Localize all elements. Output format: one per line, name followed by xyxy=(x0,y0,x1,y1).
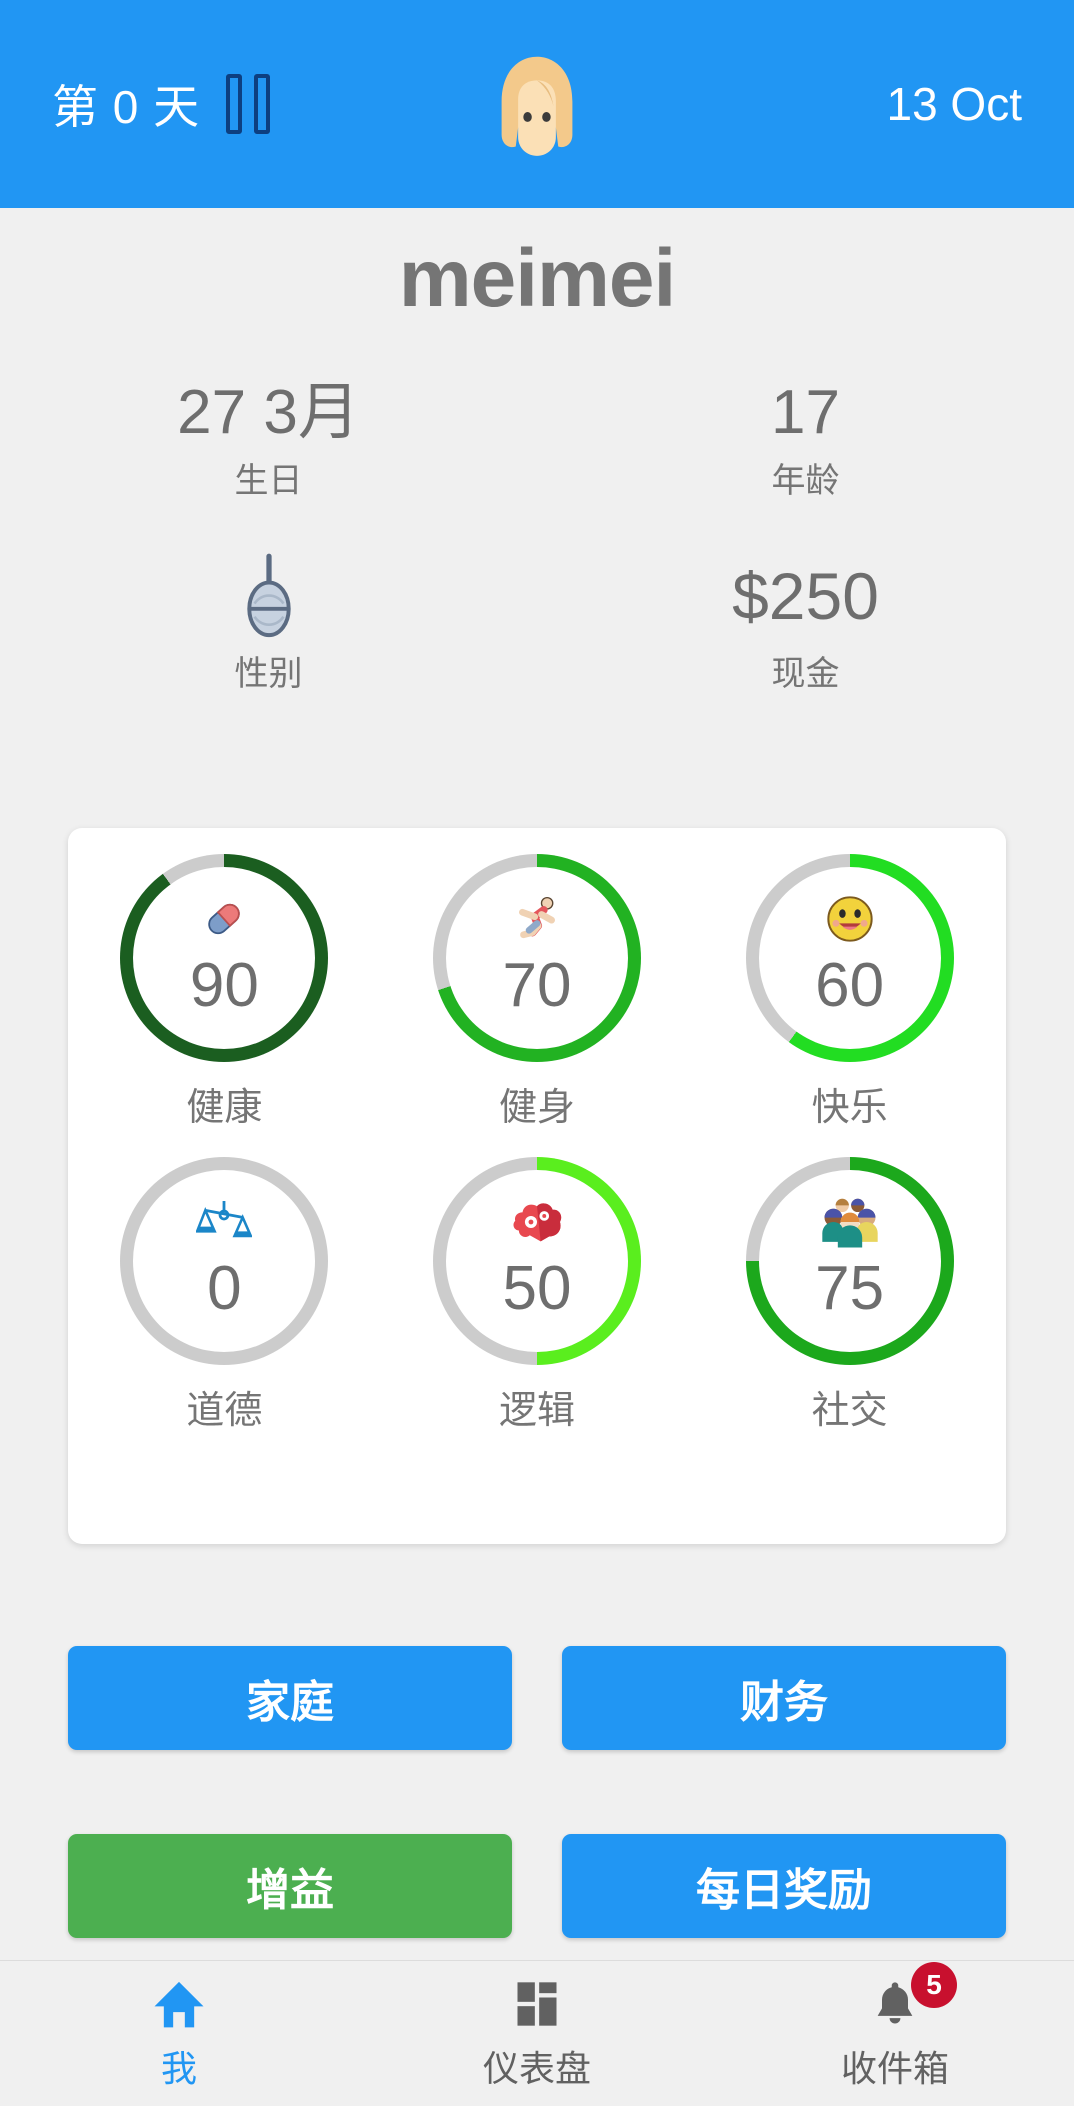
brain-gears-icon xyxy=(505,1190,569,1254)
stat-gender-label: 性别 xyxy=(234,654,303,693)
stat-birthday-label: 生日 xyxy=(234,461,303,500)
finance-button[interactable]: 财务 xyxy=(562,1646,1006,1750)
avatar[interactable] xyxy=(478,45,596,163)
profile-name: meimei xyxy=(398,233,677,324)
stat-birthday: 27 3月 生日 xyxy=(0,378,537,502)
inbox-badge: 5 xyxy=(911,1961,957,2008)
social-label: 社交 xyxy=(811,1390,888,1432)
profile-stats: 27 3月 生日 17 年龄 性别 $250 现金 xyxy=(0,378,1074,695)
stat-age-value: 17 xyxy=(771,378,840,447)
runner-icon xyxy=(505,887,569,951)
stat-gender: 性别 xyxy=(0,553,537,695)
fitness-label: 健身 xyxy=(498,1087,575,1129)
stat-birthday-value: 27 3月 xyxy=(177,378,360,447)
fitness-value: 70 xyxy=(502,951,572,1020)
attributes-card: 90 健康 70 健身 60 快乐 0 道德 50 逻辑 75 社交 xyxy=(68,828,1006,1544)
attributes-row-1: 90 健康 70 健身 60 快乐 xyxy=(68,854,1006,1131)
morality-ring: 0 xyxy=(120,1157,329,1365)
fitness-ring-inner: 70 xyxy=(445,867,628,1049)
current-date: 13 Oct xyxy=(886,78,1022,130)
smiley-icon xyxy=(818,887,882,951)
attribute-logic[interactable]: 50 逻辑 xyxy=(381,1157,694,1434)
health-ring-inner: 90 xyxy=(133,867,316,1049)
home-icon xyxy=(151,1976,207,2032)
dashboard-icon xyxy=(511,1976,563,2032)
stat-cash: $250 现金 xyxy=(537,554,1074,695)
logic-ring: 50 xyxy=(432,1157,641,1365)
profile-stats-row-1: 27 3月 生日 17 年龄 xyxy=(0,378,1074,502)
health-label: 健康 xyxy=(186,1087,263,1129)
stat-age-label: 年龄 xyxy=(771,461,840,500)
nav-item-dashboard[interactable]: 仪表盘 xyxy=(358,1961,716,2106)
social-ring-inner: 75 xyxy=(758,1170,941,1352)
stat-cash-label: 现金 xyxy=(771,654,840,693)
happy-label: 快乐 xyxy=(811,1087,888,1129)
happy-value: 60 xyxy=(815,951,885,1020)
social-ring: 75 xyxy=(745,1157,954,1365)
pause-bar-left xyxy=(226,74,243,134)
health-value: 90 xyxy=(189,951,259,1020)
day-counter: 第 0 天 xyxy=(52,81,201,133)
happy-ring: 60 xyxy=(745,854,954,1062)
morality-value: 0 xyxy=(207,1254,242,1323)
boost-button[interactable]: 增益 xyxy=(68,1834,512,1938)
health-ring: 90 xyxy=(120,854,329,1062)
nav-label-inbox: 收件箱 xyxy=(840,2047,949,2089)
logic-value: 50 xyxy=(502,1254,572,1323)
female-gender-icon xyxy=(0,553,537,640)
app-header: 第 0 天 13 Oct xyxy=(0,0,1074,208)
attribute-fitness[interactable]: 70 健身 xyxy=(381,854,694,1131)
pill-icon xyxy=(192,887,256,951)
morality-ring-inner: 0 xyxy=(133,1170,316,1352)
attribute-health[interactable]: 90 健康 xyxy=(68,854,381,1131)
bell-icon: 5 xyxy=(869,1961,957,2032)
logic-label: 逻辑 xyxy=(498,1390,575,1432)
stat-age: 17 年龄 xyxy=(537,378,1074,502)
header-left-group: 第 0 天 xyxy=(52,71,271,137)
attribute-social[interactable]: 75 社交 xyxy=(693,1157,1006,1434)
action-buttons-row-1: 家庭 财务 xyxy=(68,1646,1006,1750)
morality-label: 道德 xyxy=(186,1390,263,1432)
social-value: 75 xyxy=(815,1254,885,1323)
attribute-happy[interactable]: 60 快乐 xyxy=(693,854,1006,1131)
nav-label-me: 我 xyxy=(160,2047,197,2089)
nav-item-me[interactable]: 我 xyxy=(0,1961,358,2106)
nav-item-inbox[interactable]: 5 收件箱 xyxy=(716,1961,1074,2106)
scales-icon xyxy=(192,1190,256,1254)
nav-label-dashboard: 仪表盘 xyxy=(482,2047,591,2089)
app-screen: 第 0 天 13 Oct meimei 27 3月 生日 17 年龄 性别 $2… xyxy=(0,0,1074,2106)
family-button[interactable]: 家庭 xyxy=(68,1646,512,1750)
daily-reward-button[interactable]: 每日奖励 xyxy=(562,1834,1006,1938)
stat-cash-value: $250 xyxy=(732,559,879,634)
attributes-row-2: 0 道德 50 逻辑 75 社交 xyxy=(68,1157,1006,1434)
action-buttons-row-2: 增益 每日奖励 xyxy=(68,1834,1006,1938)
happy-ring-inner: 60 xyxy=(758,867,941,1049)
logic-ring-inner: 50 xyxy=(445,1170,628,1352)
pause-icon[interactable] xyxy=(226,74,271,134)
fitness-ring: 70 xyxy=(432,854,641,1062)
attribute-morality[interactable]: 0 道德 xyxy=(68,1157,381,1434)
people-group-icon xyxy=(818,1190,882,1254)
profile-stats-row-2: 性别 $250 现金 xyxy=(0,553,1074,695)
bottom-navigation: 我 仪表盘 5 收件箱 xyxy=(0,1960,1074,2106)
pause-bar-right xyxy=(254,74,271,134)
